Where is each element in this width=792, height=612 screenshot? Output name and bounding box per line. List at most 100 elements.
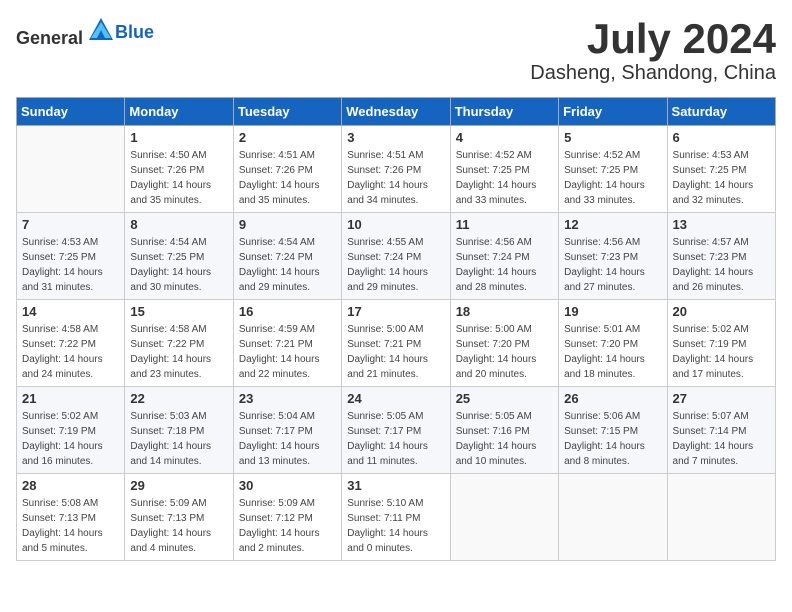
cell-info: Sunrise: 4:58 AMSunset: 7:22 PMDaylight:… [130,322,227,382]
calendar-cell: 15 Sunrise: 4:58 AMSunset: 7:22 PMDayligh… [125,300,233,387]
cell-info: Sunrise: 5:06 AMSunset: 7:15 PMDaylight:… [564,409,661,469]
calendar-cell: 12 Sunrise: 4:56 AMSunset: 7:23 PMDayligh… [559,213,667,300]
title-section: July 2024 Dasheng, Shandong, China [530,16,776,85]
calendar-cell: 29 Sunrise: 5:09 AMSunset: 7:13 PMDayligh… [125,474,233,561]
day-number: 15 [130,304,227,319]
cell-info: Sunrise: 5:02 AMSunset: 7:19 PMDaylight:… [673,322,770,382]
logo: General Blue [16,16,154,49]
week-row-4: 21 Sunrise: 5:02 AMSunset: 7:19 PMDayligh… [17,387,776,474]
cell-info: Sunrise: 5:08 AMSunset: 7:13 PMDaylight:… [22,496,119,556]
calendar-cell [17,126,125,213]
calendar-cell: 23Sunrise: 5:04 AMSunset: 7:17 PMDayligh… [233,387,341,474]
day-number: 19 [564,304,661,319]
cell-info: Sunrise: 4:56 AMSunset: 7:24 PMDaylight:… [456,235,553,295]
day-number: 13 [673,217,770,232]
calendar-cell: 21 Sunrise: 5:02 AMSunset: 7:19 PMDayligh… [17,387,125,474]
calendar-cell [450,474,558,561]
cell-info: Sunrise: 4:56 AMSunset: 7:23 PMDaylight:… [564,235,661,295]
day-number: 20 [673,304,770,319]
cell-info: Sunrise: 4:53 AMSunset: 7:25 PMDaylight:… [673,148,770,208]
calendar-cell [559,474,667,561]
calendar-cell: 10 Sunrise: 4:55 AMSunset: 7:24 PMDayligh… [342,213,450,300]
cell-info: Sunrise: 4:54 AMSunset: 7:24 PMDaylight:… [239,235,336,295]
calendar-cell: 3 Sunrise: 4:51 AMSunset: 7:26 PMDaylight… [342,126,450,213]
cell-info: Sunrise: 5:05 AMSunset: 7:16 PMDaylight:… [456,409,553,469]
calendar-cell: 30Sunrise: 5:09 AMSunset: 7:12 PMDayligh… [233,474,341,561]
cell-info: Sunrise: 5:09 AMSunset: 7:12 PMDaylight:… [239,496,336,556]
day-number: 22 [130,391,227,406]
cell-info: Sunrise: 5:04 AMSunset: 7:17 PMDaylight:… [239,409,336,469]
cell-info: Sunrise: 4:53 AMSunset: 7:25 PMDaylight:… [22,235,119,295]
week-row-1: 1 Sunrise: 4:50 AMSunset: 7:26 PMDaylight… [17,126,776,213]
calendar-cell: 26 Sunrise: 5:06 AMSunset: 7:15 PMDayligh… [559,387,667,474]
cell-info: Sunrise: 5:05 AMSunset: 7:17 PMDaylight:… [347,409,444,469]
day-header-thursday: Thursday [450,98,558,126]
cell-info: Sunrise: 4:58 AMSunset: 7:22 PMDaylight:… [22,322,119,382]
cell-info: Sunrise: 4:52 AMSunset: 7:25 PMDaylight:… [564,148,661,208]
cell-info: Sunrise: 5:02 AMSunset: 7:19 PMDaylight:… [22,409,119,469]
day-number: 29 [130,478,227,493]
day-number: 24 [347,391,444,406]
calendar-cell: 4 Sunrise: 4:52 AMSunset: 7:25 PMDaylight… [450,126,558,213]
cell-info: Sunrise: 5:01 AMSunset: 7:20 PMDaylight:… [564,322,661,382]
calendar-cell: 22 Sunrise: 5:03 AMSunset: 7:18 PMDayligh… [125,387,233,474]
calendar-cell: 9Sunrise: 4:54 AMSunset: 7:24 PMDaylight… [233,213,341,300]
week-row-5: 28Sunrise: 5:08 AMSunset: 7:13 PMDayligh… [17,474,776,561]
cell-info: Sunrise: 5:00 AMSunset: 7:20 PMDaylight:… [456,322,553,382]
cell-info: Sunrise: 5:03 AMSunset: 7:18 PMDaylight:… [130,409,227,469]
calendar-cell: 13 Sunrise: 4:57 AMSunset: 7:23 PMDayligh… [667,213,775,300]
header: General Blue July 2024 Dasheng, Shandong… [16,16,776,85]
day-number: 14 [22,304,119,319]
calendar-cell: 24 Sunrise: 5:05 AMSunset: 7:17 PMDayligh… [342,387,450,474]
cell-info: Sunrise: 4:55 AMSunset: 7:24 PMDaylight:… [347,235,444,295]
day-number: 1 [130,130,227,145]
cell-info: Sunrise: 5:07 AMSunset: 7:14 PMDaylight:… [673,409,770,469]
cell-info: Sunrise: 4:51 AMSunset: 7:26 PMDaylight:… [239,148,336,208]
day-number: 25 [456,391,553,406]
calendar-cell: 11Sunrise: 4:56 AMSunset: 7:24 PMDayligh… [450,213,558,300]
cell-info: Sunrise: 4:51 AMSunset: 7:26 PMDaylight:… [347,148,444,208]
day-header-monday: Monday [125,98,233,126]
day-number: 31 [347,478,444,493]
calendar-cell: 5 Sunrise: 4:52 AMSunset: 7:25 PMDaylight… [559,126,667,213]
calendar-cell: 20 Sunrise: 5:02 AMSunset: 7:19 PMDayligh… [667,300,775,387]
calendar-cell: 27 Sunrise: 5:07 AMSunset: 7:14 PMDayligh… [667,387,775,474]
day-number: 18 [456,304,553,319]
day-number: 6 [673,130,770,145]
day-number: 27 [673,391,770,406]
calendar-cell: 17 Sunrise: 5:00 AMSunset: 7:21 PMDayligh… [342,300,450,387]
location-title: Dasheng, Shandong, China [530,62,776,85]
day-number: 10 [347,217,444,232]
calendar-cell: 6 Sunrise: 4:53 AMSunset: 7:25 PMDaylight… [667,126,775,213]
calendar-cell: 18 Sunrise: 5:00 AMSunset: 7:20 PMDayligh… [450,300,558,387]
calendar-cell [667,474,775,561]
logo-blue-text: Blue [115,22,154,42]
cell-info: Sunrise: 5:00 AMSunset: 7:21 PMDaylight:… [347,322,444,382]
day-number: 2 [239,130,336,145]
cell-info: Sunrise: 4:50 AMSunset: 7:26 PMDaylight:… [130,148,227,208]
day-number: 7 [22,217,119,232]
day-number: 21 [22,391,119,406]
day-number: 26 [564,391,661,406]
calendar-table: SundayMondayTuesdayWednesdayThursdayFrid… [16,97,776,561]
calendar-cell: 1 Sunrise: 4:50 AMSunset: 7:26 PMDaylight… [125,126,233,213]
cell-info: Sunrise: 4:52 AMSunset: 7:25 PMDaylight:… [456,148,553,208]
cell-info: Sunrise: 4:54 AMSunset: 7:25 PMDaylight:… [130,235,227,295]
calendar-cell: 7 Sunrise: 4:53 AMSunset: 7:25 PMDaylight… [17,213,125,300]
calendar-cell: 8Sunrise: 4:54 AMSunset: 7:25 PMDaylight… [125,213,233,300]
day-number: 4 [456,130,553,145]
calendar-cell: 16Sunrise: 4:59 AMSunset: 7:21 PMDayligh… [233,300,341,387]
logo-icon [87,16,115,44]
week-row-3: 14 Sunrise: 4:58 AMSunset: 7:22 PMDayligh… [17,300,776,387]
logo-general-text: General [16,28,83,48]
cell-info: Sunrise: 4:57 AMSunset: 7:23 PMDaylight:… [673,235,770,295]
month-year-title: July 2024 [530,16,776,62]
day-header-saturday: Saturday [667,98,775,126]
cell-info: Sunrise: 5:09 AMSunset: 7:13 PMDaylight:… [130,496,227,556]
day-number: 5 [564,130,661,145]
day-number: 3 [347,130,444,145]
day-number: 12 [564,217,661,232]
day-header-friday: Friday [559,98,667,126]
day-number: 17 [347,304,444,319]
day-header-sunday: Sunday [17,98,125,126]
